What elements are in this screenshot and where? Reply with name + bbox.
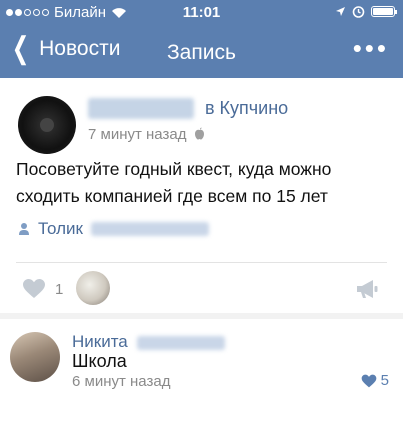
- post-actions: 1: [0, 269, 403, 309]
- blurred-signer-surname: [91, 222, 209, 236]
- heart-icon: [361, 374, 376, 387]
- blurred-comment-surname: [136, 335, 225, 350]
- megaphone-icon[interactable]: [355, 279, 379, 299]
- person-icon: [19, 223, 29, 235]
- comment-author-name: Никита: [72, 332, 128, 351]
- nav-bar: ❮ Новости Запись •••: [0, 30, 403, 74]
- more-icon[interactable]: •••: [353, 35, 389, 61]
- post-author[interactable]: Подслушано в Купчино: [88, 98, 288, 119]
- group-location: в Купчино: [204, 98, 289, 118]
- like-count: 1: [55, 281, 64, 298]
- blurred-group-name: Подслушано: [88, 98, 194, 119]
- comment-time: 6 минут назад: [72, 373, 171, 390]
- post-time: 7 минут назад: [88, 126, 205, 143]
- post-signer[interactable]: Толик: [18, 219, 209, 239]
- section-separator: [0, 313, 403, 319]
- comment-text: Школа: [72, 351, 127, 371]
- page-title: Запись: [167, 41, 236, 64]
- back-chevron-icon: ❮: [11, 32, 30, 65]
- top-bar: Билайн 11:01 ❮ Новости Запись •••: [0, 0, 403, 78]
- back-label: Новости: [39, 37, 121, 60]
- apple-icon: [194, 127, 204, 140]
- comment-avatar[interactable]: [10, 332, 60, 382]
- signer-name: Толик: [38, 219, 83, 238]
- comment: Никита Школа 6 минут назад 5: [0, 320, 403, 427]
- post-time-label: 7 минут назад: [88, 126, 187, 143]
- status-right: [335, 5, 397, 18]
- divider: [16, 262, 387, 263]
- back-button[interactable]: ❮ Новости: [8, 32, 121, 65]
- battery-icon: [371, 6, 397, 17]
- heart-icon[interactable]: [22, 278, 46, 299]
- comment-like-count: 5: [380, 372, 389, 389]
- liker-avatar[interactable]: [76, 271, 110, 305]
- status-bar: Билайн 11:01: [0, 0, 403, 24]
- comment-like-button[interactable]: 5: [361, 372, 389, 389]
- location-arrow-icon: [336, 7, 345, 16]
- group-avatar[interactable]: [18, 96, 76, 154]
- comment-author[interactable]: Никита: [72, 332, 225, 352]
- alarm-icon: [352, 6, 365, 18]
- post-text: Посоветуйте годный квест, куда можно схо…: [16, 159, 332, 206]
